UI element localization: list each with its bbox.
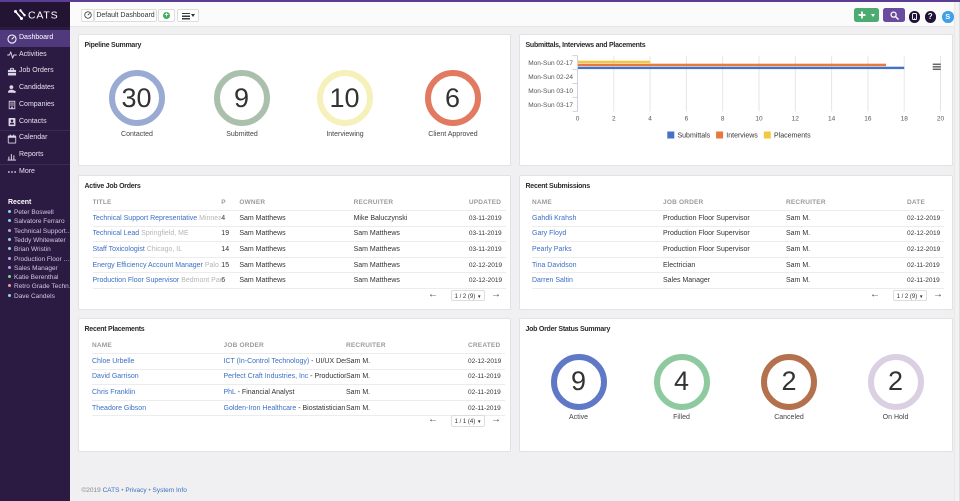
svg-text:Mon-Sun 02-24: Mon-Sun 02-24 bbox=[528, 74, 573, 81]
svg-text:10: 10 bbox=[755, 116, 763, 123]
svg-text:Interviews: Interviews bbox=[726, 133, 758, 140]
svg-text:20: 20 bbox=[937, 116, 945, 123]
svg-text:Placements: Placements bbox=[774, 133, 811, 140]
svg-text:12: 12 bbox=[792, 116, 800, 123]
svg-text:14: 14 bbox=[828, 116, 836, 123]
svg-text:Mon-Sun 03-10: Mon-Sun 03-10 bbox=[528, 88, 573, 95]
svg-text:6: 6 bbox=[685, 116, 689, 123]
svg-text:0: 0 bbox=[576, 116, 580, 123]
svg-text:18: 18 bbox=[901, 116, 909, 123]
svg-text:2: 2 bbox=[612, 116, 616, 123]
svg-text:4: 4 bbox=[648, 116, 652, 123]
svg-text:CATS: CATS bbox=[28, 10, 58, 22]
svg-text:Mon-Sun 03-17: Mon-Sun 03-17 bbox=[528, 102, 573, 109]
svg-text:8: 8 bbox=[721, 116, 725, 123]
svg-text:Mon-Sun 02-17: Mon-Sun 02-17 bbox=[528, 60, 573, 67]
svg-text:Submittals: Submittals bbox=[678, 133, 711, 140]
svg-text:16: 16 bbox=[864, 116, 872, 123]
